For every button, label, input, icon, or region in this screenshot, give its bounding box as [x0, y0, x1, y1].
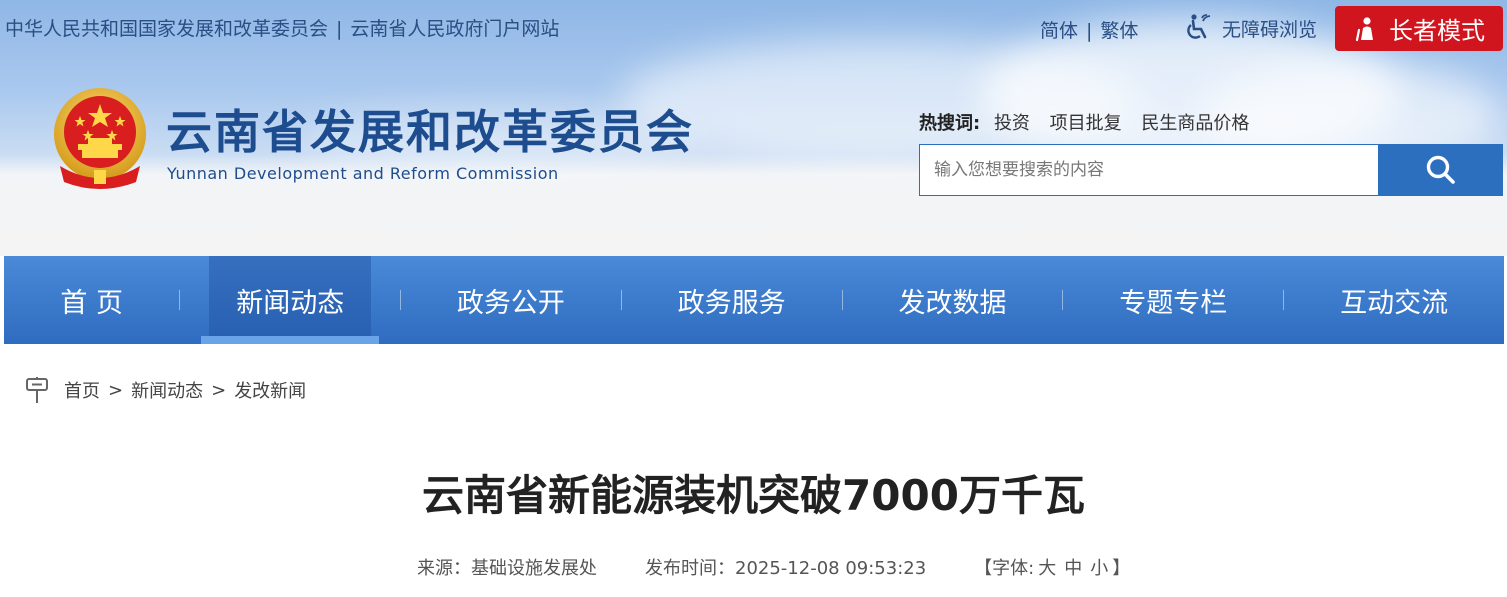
- site-title: 云南省发展和改革委员会: [166, 105, 694, 159]
- elder-mode-label: 长者模式: [1389, 17, 1485, 45]
- nav-item-data[interactable]: 发改数据: [843, 256, 1063, 344]
- breadcrumb-news[interactable]: 新闻动态: [131, 377, 203, 403]
- search-input[interactable]: [919, 144, 1378, 196]
- nav-item-home[interactable]: 首 页: [4, 256, 179, 344]
- article-publish-time: 发布时间：2025-12-08 09:53:23: [645, 558, 927, 579]
- location-pin-icon: [26, 377, 48, 403]
- font-size-medium[interactable]: 中: [1064, 554, 1082, 580]
- breadcrumb-separator: >: [211, 379, 227, 401]
- hot-search-item-project-approval[interactable]: 项目批复: [1050, 113, 1122, 134]
- nav-item-interaction[interactable]: 互动交流: [1284, 256, 1504, 344]
- language-separator: |: [1086, 20, 1093, 42]
- breadcrumb-separator: >: [108, 379, 124, 401]
- breadcrumb: 首页 > 新闻动态 > 发改新闻: [24, 376, 306, 404]
- search-box: [919, 144, 1503, 196]
- accessibility-label: 无障碍浏览: [1222, 18, 1318, 41]
- font-size-suffix: 】: [1112, 558, 1131, 579]
- top-links-separator: |: [336, 18, 343, 40]
- hot-search-label: 热搜词:: [919, 113, 981, 134]
- article-source: 来源：基础设施发展处: [417, 558, 597, 579]
- elder-mode-button[interactable]: 长者模式: [1335, 6, 1503, 51]
- accessibility-link[interactable]: 无障碍浏览: [1182, 12, 1317, 44]
- article-title: 云南省新能源装机突破7000万千瓦: [422, 471, 1085, 520]
- font-size-control: 【字体: 大 中 小 】: [974, 554, 1130, 580]
- hot-search-item-commodity-prices[interactable]: 民生商品价格: [1141, 113, 1249, 134]
- search-button[interactable]: [1378, 144, 1503, 196]
- font-size-small[interactable]: 小: [1090, 554, 1108, 580]
- nav-item-gov-services[interactable]: 政务服务: [622, 256, 842, 344]
- nav-item-news[interactable]: 新闻动态: [201, 256, 379, 344]
- top-links: 中华人民共和国国家发展和改革委员会 | 云南省人民政府门户网站: [5, 14, 559, 41]
- hot-search: 热搜词: 投资 项目批复 民生商品价格: [919, 109, 1263, 135]
- ndrc-link[interactable]: 中华人民共和国国家发展和改革委员会: [5, 14, 328, 41]
- breadcrumb-home[interactable]: 首页: [64, 377, 100, 403]
- search-icon: [1426, 155, 1455, 184]
- nav-item-special-topics[interactable]: 专题专栏: [1063, 256, 1283, 344]
- simplified-chinese-link[interactable]: 简体: [1040, 20, 1078, 42]
- nav-item-gov-affairs-open[interactable]: 政务公开: [401, 256, 621, 344]
- language-switch: 简体 | 繁体: [1040, 16, 1138, 43]
- yunnan-gov-link[interactable]: 云南省人民政府门户网站: [350, 14, 559, 41]
- font-size-large[interactable]: 大: [1038, 554, 1056, 580]
- article-meta: 来源：基础设施发展处 发布时间：2025-12-08 09:53:23 【字体:…: [417, 554, 1130, 580]
- hot-search-item-investment[interactable]: 投资: [994, 113, 1030, 134]
- elder-person-icon: [1355, 16, 1373, 41]
- breadcrumb-ndrc-news[interactable]: 发改新闻: [234, 377, 306, 403]
- national-emblem-icon: [54, 88, 146, 189]
- wheelchair-icon: [1187, 14, 1211, 39]
- traditional-chinese-link[interactable]: 繁体: [1100, 20, 1138, 42]
- site-subtitle: Yunnan Development and Reform Commission: [167, 164, 559, 183]
- main-nav: 首 页 新闻动态 政务公开 政务服务 发改数据 专题专栏 互动交流: [4, 256, 1504, 344]
- nav-divider: [179, 290, 181, 310]
- font-size-prefix: 【字体:: [974, 558, 1035, 579]
